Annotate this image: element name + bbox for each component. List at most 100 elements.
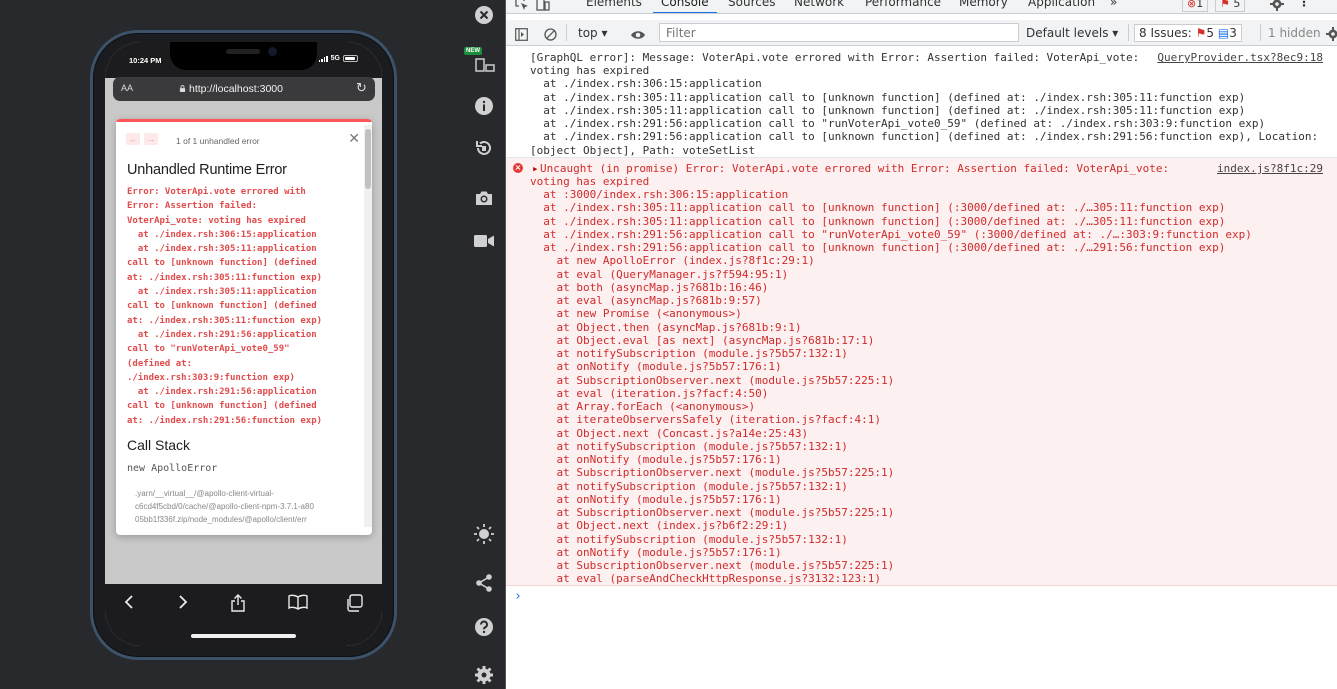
network-label: 5G <box>330 55 340 62</box>
close-icon[interactable] <box>473 4 495 26</box>
help-icon[interactable] <box>473 616 495 638</box>
forward-chevron-icon[interactable] <box>177 594 189 615</box>
tab-memory[interactable]: Memory <box>959 0 1008 13</box>
stack-frame[interactable]: at onNotify (module.js?5b57:176:1) <box>530 493 781 506</box>
rotate-icon[interactable] <box>473 137 495 159</box>
stack-frame[interactable]: at eval (iteration.js?facf:4:50) <box>530 387 768 400</box>
back-chevron-icon[interactable] <box>123 594 135 615</box>
stack-frame[interactable]: at notifySubscription (module.js?5b57:13… <box>530 440 847 453</box>
console-line: Uncaught (in promise) Error: VoterApi.vo… <box>540 162 1170 175</box>
info-message-icon: ▤ <box>1217 26 1230 40</box>
filter-input[interactable] <box>659 23 1019 42</box>
console-prompt[interactable]: › <box>514 589 522 604</box>
tab-application[interactable]: Application <box>1028 0 1095 13</box>
stack-frame[interactable]: at both (asyncMap.js?681b:16:46) <box>530 281 768 294</box>
call-stack-path[interactable]: .yarn/__virtual__/@apollo-client-virtual… <box>135 487 363 527</box>
message-source-link[interactable]: QueryProvider.tsx?8ec9:18 <box>1157 51 1323 64</box>
simulator-panel: 10:24 PM 5G AA http://localhost:3000 ↻ ←… <box>0 0 462 689</box>
stack-frame[interactable]: at eval (asyncMap.js?681b:9:57) <box>530 294 761 307</box>
stack-frame[interactable]: at SubscriptionObserver.next (module.js?… <box>530 506 894 519</box>
lock-icon <box>179 85 186 92</box>
safari-url-bar[interactable]: AA http://localhost:3000 ↻ <box>113 77 375 101</box>
console-line: at ./index.rsh:291:56:application call t… <box>530 117 1266 130</box>
signal-icon <box>318 55 328 62</box>
camera-icon[interactable] <box>473 187 495 209</box>
device-toolbar-icon[interactable] <box>536 0 550 13</box>
stack-frame[interactable]: at :3000/index.rsh:306:15:application <box>530 188 788 201</box>
stack-frame[interactable]: at onNotify (module.js?5b57:176:1) <box>530 546 781 559</box>
device-icon[interactable] <box>473 52 495 74</box>
clear-console-icon[interactable] <box>544 26 557 45</box>
stack-frame[interactable]: at notifySubscription (module.js?5b57:13… <box>530 347 847 360</box>
brightness-icon[interactable] <box>473 523 495 545</box>
expand-arrow-icon[interactable]: ▸ <box>532 162 539 175</box>
stack-frame[interactable]: at Object.then (asyncMap.js?681b:9:1) <box>530 321 801 334</box>
stack-frame[interactable]: at new ApolloError (index.js?8f1c:29:1) <box>530 254 814 267</box>
stack-frame[interactable]: at eval (parseAndCheckHttpResponse.js?31… <box>530 572 881 585</box>
message-source-link[interactable]: index.js?8f1c:29 <box>1217 162 1323 175</box>
overlay-scrollbar[interactable] <box>364 125 372 527</box>
stack-frame[interactable]: at ./index.rsh:305:11:application call t… <box>530 215 1225 228</box>
log-levels-dropdown[interactable]: Default levels ▾ <box>1026 26 1118 40</box>
stack-frame[interactable]: at Array.forEach (<anonymous>) <box>530 400 755 413</box>
issues-button[interactable]: 8 Issues: ⚑5 ▤3 <box>1134 24 1242 42</box>
settings-gear-icon[interactable] <box>473 664 495 686</box>
stack-frame[interactable]: at onNotify (module.js?5b57:176:1) <box>530 453 781 466</box>
sidebar-toggle-icon[interactable] <box>515 26 528 45</box>
issue-flag-icon: ⚑ <box>1220 0 1230 10</box>
stack-frame[interactable]: at iterateObserversSafely (iteration.js?… <box>530 413 881 426</box>
stack-frame[interactable]: at Object.next (Concast.js?a14e:25:43) <box>530 427 808 440</box>
console-output: QueryProvider.tsx?8ec9:18 [GraphQL error… <box>506 47 1337 689</box>
context-label: top <box>578 26 598 40</box>
stack-frame[interactable]: at ./index.rsh:291:56:application call t… <box>530 241 1225 254</box>
stack-frame[interactable]: at Object.eval [as next] (asyncMap.js?68… <box>530 334 874 347</box>
bookmarks-icon[interactable] <box>288 594 308 615</box>
console-line: [GraphQL error]: Message: VoterApi.vote … <box>530 51 1140 64</box>
prev-error-button[interactable]: ← <box>126 133 140 145</box>
reader-aa-button[interactable]: AA <box>121 83 133 93</box>
stack-frame[interactable]: at eval (QueryManager.js?f594:95:1) <box>530 268 788 281</box>
tabs-icon[interactable] <box>346 594 364 617</box>
stack-frame[interactable]: at onNotify (module.js?5b57:176:1) <box>530 360 781 373</box>
info-icon[interactable] <box>473 95 495 117</box>
stack-frame[interactable]: at notifySubscription (module.js?5b57:13… <box>530 480 847 493</box>
stack-frame[interactable]: at SubscriptionObserver.next (module.js?… <box>530 374 894 387</box>
console-settings-gear-icon[interactable] <box>1326 26 1337 45</box>
tab-performance[interactable]: Performance <box>865 0 941 13</box>
next-error-button[interactable]: → <box>144 133 158 145</box>
tab-network[interactable]: Network <box>794 0 844 13</box>
warning-count-badge[interactable]: ⚑ 5 <box>1215 0 1246 12</box>
error-count-badge[interactable]: ⊗1 <box>1182 0 1209 12</box>
stack-frame[interactable]: at new Promise (<anonymous>) <box>530 307 741 320</box>
share-icon[interactable] <box>473 572 495 594</box>
url-text[interactable]: http://localhost:3000 <box>189 83 283 95</box>
phone-screen: 10:24 PM 5G AA http://localhost:3000 ↻ ←… <box>105 42 382 646</box>
console-line: at ./index.rsh:305:11:application call t… <box>530 104 1246 117</box>
hidden-count: 1 hidden <box>1268 26 1321 40</box>
console-line: [object Object], Path: voteSetList <box>530 144 756 157</box>
phone-notch <box>170 42 317 70</box>
reload-icon[interactable]: ↻ <box>356 81 370 95</box>
stack-frame[interactable]: at SubscriptionObserver.next (module.js?… <box>530 466 894 479</box>
console-line: voting has expired <box>530 64 650 77</box>
devtools-tab-bar: Elements Console Sources Network Perform… <box>506 0 1337 14</box>
stack-frame[interactable]: at ./index.rsh:305:11:application call t… <box>530 201 1225 214</box>
tab-console[interactable]: Console <box>653 0 717 13</box>
close-icon[interactable]: ✕ <box>348 130 360 147</box>
more-options-icon[interactable]: ⋮ <box>1298 0 1310 13</box>
stack-frame[interactable]: at Object.next (index.js?b6f2:29:1) <box>530 519 788 532</box>
stack-frame[interactable]: at ./index.rsh:291:56:application call t… <box>530 228 1252 241</box>
context-selector[interactable]: top ▾ <box>578 26 608 40</box>
stack-frame[interactable]: at SubscriptionObserver.next (module.js?… <box>530 559 894 572</box>
more-tabs-button[interactable]: » <box>1110 0 1117 13</box>
console-line: at ./index.rsh:291:56:application call t… <box>530 130 1319 143</box>
inspect-icon[interactable] <box>515 0 529 13</box>
settings-gear-icon[interactable] <box>1270 0 1284 13</box>
tab-elements[interactable]: Elements <box>586 0 642 13</box>
console-message-uncaught-error: × ▸ index.js?8f1c:29 Uncaught (in promis… <box>506 158 1337 586</box>
eye-icon[interactable] <box>630 26 646 45</box>
tab-sources[interactable]: Sources <box>728 0 775 13</box>
share-icon[interactable] <box>230 594 246 617</box>
video-icon[interactable] <box>473 230 495 252</box>
stack-frame[interactable]: at notifySubscription (module.js?5b57:13… <box>530 533 847 546</box>
